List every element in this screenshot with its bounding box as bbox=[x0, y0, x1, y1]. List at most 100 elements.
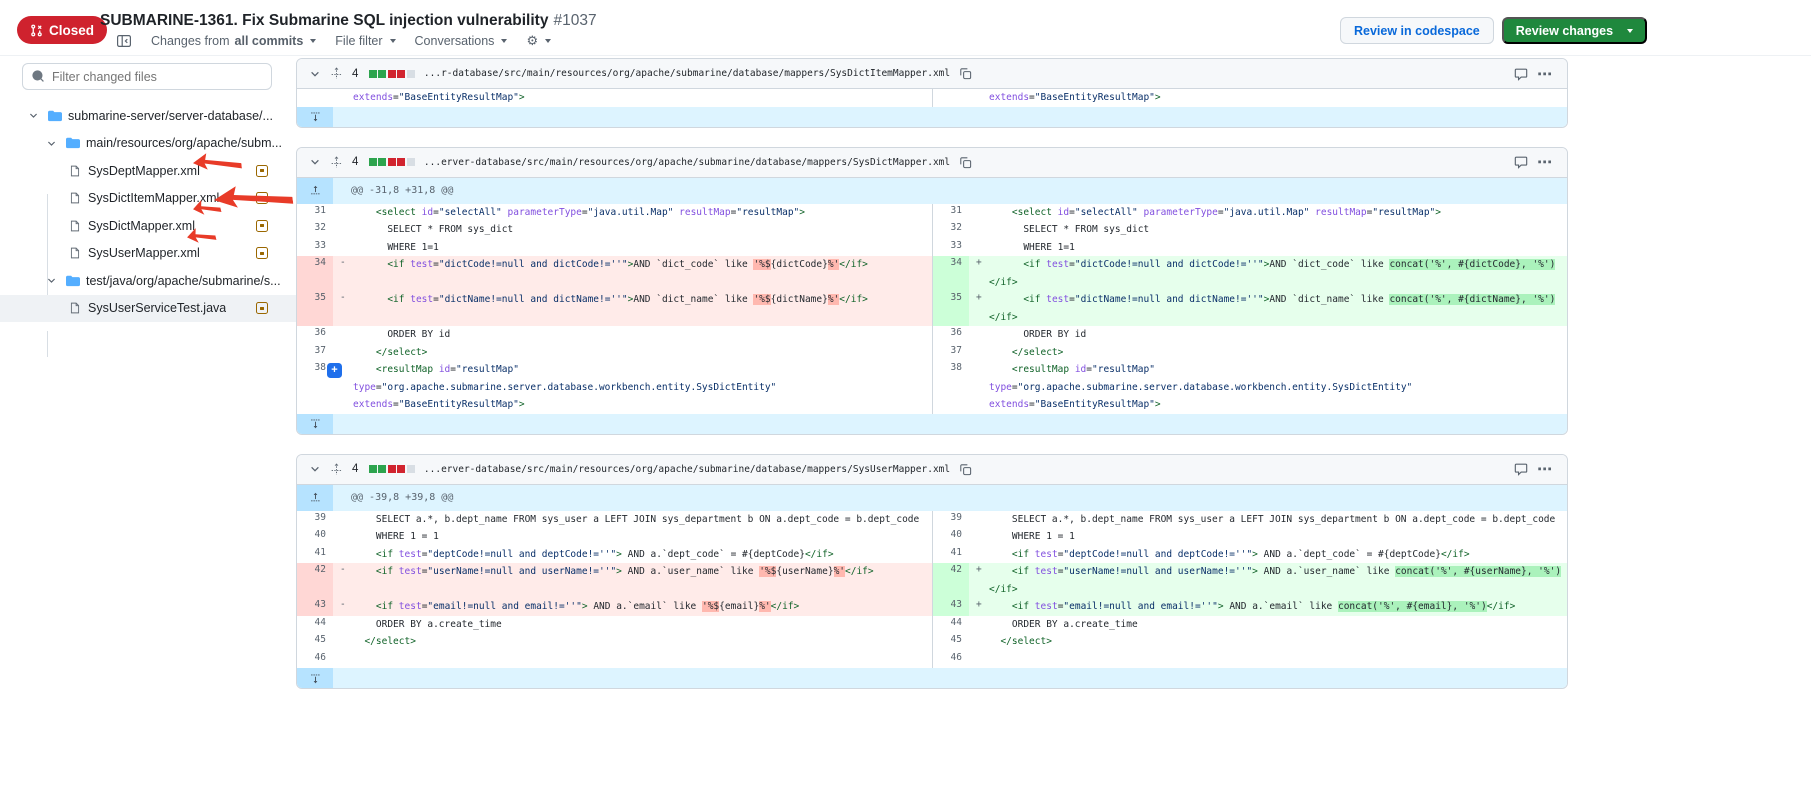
file-path: ...erver-database/src/main/resources/org… bbox=[424, 157, 950, 168]
drag-handle-icon[interactable] bbox=[330, 156, 343, 169]
line-number[interactable]: 31 bbox=[297, 204, 333, 222]
copy-path-icon[interactable] bbox=[959, 463, 972, 476]
line-number[interactable]: 43 bbox=[297, 598, 333, 616]
line-number[interactable]: 32 bbox=[933, 221, 969, 239]
expand-bar bbox=[297, 107, 1567, 127]
diff-sign: - bbox=[340, 257, 346, 268]
line-number[interactable]: 39 bbox=[297, 511, 333, 529]
expand-down-button[interactable] bbox=[297, 414, 333, 434]
line-number[interactable]: 34 bbox=[297, 256, 333, 291]
line-number[interactable]: 36 bbox=[933, 326, 969, 344]
filter-files-input[interactable] bbox=[52, 70, 262, 84]
comment-icon[interactable] bbox=[1514, 67, 1528, 81]
line-number[interactable]: 31 bbox=[933, 204, 969, 222]
line-number[interactable] bbox=[297, 89, 333, 107]
line-number[interactable]: 38+ bbox=[297, 361, 333, 414]
code-line bbox=[353, 651, 932, 669]
modified-icon bbox=[256, 302, 268, 314]
line-number[interactable]: 44 bbox=[297, 616, 333, 634]
line-number[interactable]: 38 bbox=[933, 361, 969, 414]
line-number[interactable]: 46 bbox=[297, 651, 333, 669]
line-number[interactable]: 33 bbox=[297, 239, 333, 257]
line-number[interactable]: 41 bbox=[297, 546, 333, 564]
tree-file-row[interactable]: SysDeptMapper.xml bbox=[0, 157, 296, 185]
add-line-comment-button[interactable]: + bbox=[327, 363, 342, 378]
code-line: extends="BaseEntityResultMap"> bbox=[989, 89, 1567, 107]
drag-handle-icon[interactable] bbox=[330, 67, 343, 80]
modified-icon bbox=[256, 247, 268, 259]
line-number[interactable]: 35 bbox=[933, 291, 969, 326]
file-icon bbox=[66, 192, 84, 204]
kebab-menu-icon[interactable]: ⋯ bbox=[1537, 65, 1557, 83]
line-number[interactable]: 45 bbox=[933, 633, 969, 651]
tree-folder-row[interactable]: test/java/org/apache/submarine/s... bbox=[0, 267, 296, 295]
line-number[interactable]: 44 bbox=[933, 616, 969, 634]
line-number[interactable]: 40 bbox=[297, 528, 333, 546]
folder-icon bbox=[64, 274, 82, 288]
expand-down-button[interactable] bbox=[297, 107, 333, 127]
changes-from-dropdown[interactable]: Changes from all commits bbox=[151, 34, 316, 48]
collapse-chevron-icon[interactable] bbox=[309, 156, 321, 168]
tree-folder-row[interactable]: main/resources/org/apache/subm... bbox=[0, 130, 296, 158]
code-line: extends="BaseEntityResultMap"> bbox=[353, 89, 932, 107]
review-in-codespace-button[interactable]: Review in codespace bbox=[1340, 17, 1494, 44]
code-line: </select> bbox=[353, 633, 932, 651]
line-number[interactable]: 43 bbox=[933, 598, 969, 616]
diff-row: 39 SELECT a.*, b.dept_name FROM sys_user… bbox=[297, 511, 1567, 529]
expand-up-button[interactable] bbox=[297, 178, 333, 204]
filter-files-box[interactable] bbox=[22, 63, 272, 90]
tree-folder-row[interactable]: submarine-server/server-database/... bbox=[0, 102, 296, 130]
diff-row: 36 ORDER BY id36 ORDER BY id bbox=[297, 326, 1567, 344]
file-path: ...erver-database/src/main/resources/org… bbox=[424, 464, 950, 475]
line-number[interactable]: 42 bbox=[933, 563, 969, 598]
expand-down-button[interactable] bbox=[297, 668, 333, 688]
line-number[interactable]: 37 bbox=[933, 344, 969, 362]
diff-settings-dropdown[interactable]: ⚙ bbox=[526, 33, 551, 49]
tree-label: SysUserServiceTest.java bbox=[88, 301, 226, 315]
expand-up-button[interactable] bbox=[297, 485, 333, 511]
copy-path-icon[interactable] bbox=[959, 156, 972, 169]
hunk-header: @@ -31,8 +31,8 @@ bbox=[297, 178, 1567, 204]
kebab-menu-icon[interactable]: ⋯ bbox=[1537, 460, 1557, 478]
line-number[interactable]: 36 bbox=[297, 326, 333, 344]
collapse-chevron-icon[interactable] bbox=[309, 463, 321, 475]
tree-label: SysDictMapper.xml bbox=[88, 219, 195, 233]
kebab-menu-icon[interactable]: ⋯ bbox=[1537, 153, 1557, 171]
line-number[interactable]: 46 bbox=[933, 651, 969, 669]
copy-path-icon[interactable] bbox=[959, 67, 972, 80]
sidebar-toggle-icon[interactable] bbox=[116, 33, 132, 49]
file-path: ...r-database/src/main/resources/org/apa… bbox=[424, 68, 950, 79]
pr-title: SUBMARINE-1361. Fix Submarine SQL inject… bbox=[100, 12, 597, 30]
code-line: WHERE 1 = 1 bbox=[989, 528, 1567, 546]
tree-label: main/resources/org/apache/subm... bbox=[86, 136, 282, 150]
line-number[interactable]: 33 bbox=[933, 239, 969, 257]
comment-icon[interactable] bbox=[1514, 155, 1528, 169]
review-changes-button[interactable]: Review changes bbox=[1502, 17, 1647, 44]
changed-lines-count: 4 bbox=[352, 463, 358, 475]
conversations-dropdown[interactable]: Conversations bbox=[415, 34, 508, 48]
line-number[interactable]: 32 bbox=[297, 221, 333, 239]
tree-file-row[interactable]: SysUserMapper.xml bbox=[0, 240, 296, 268]
comment-icon[interactable] bbox=[1514, 462, 1528, 476]
drag-handle-icon[interactable] bbox=[330, 463, 343, 476]
line-number[interactable]: 37 bbox=[297, 344, 333, 362]
line-number[interactable]: 34 bbox=[933, 256, 969, 291]
expand-bar bbox=[297, 414, 1567, 434]
tree-file-row[interactable]: SysDictItemMapper.xml bbox=[0, 185, 296, 213]
file-filter-dropdown[interactable]: File filter bbox=[335, 34, 395, 48]
tree-file-row[interactable]: SysUserServiceTest.java bbox=[0, 295, 296, 323]
line-number[interactable] bbox=[933, 89, 969, 107]
line-number[interactable]: 41 bbox=[933, 546, 969, 564]
line-number[interactable]: 35 bbox=[297, 291, 333, 326]
code-line: <if test="email!=null and email!=''"> AN… bbox=[353, 598, 932, 616]
code-line: ORDER BY a.create_time bbox=[989, 616, 1567, 634]
code-line: WHERE 1 = 1 bbox=[353, 528, 932, 546]
gear-icon: ⚙ bbox=[526, 33, 538, 49]
line-number[interactable]: 42 bbox=[297, 563, 333, 598]
line-number[interactable]: 45 bbox=[297, 633, 333, 651]
tree-file-row[interactable]: SysDictMapper.xml bbox=[0, 212, 296, 240]
collapse-chevron-icon[interactable] bbox=[309, 68, 321, 80]
line-number[interactable]: 40 bbox=[933, 528, 969, 546]
line-number[interactable]: 39 bbox=[933, 511, 969, 529]
modified-icon bbox=[256, 192, 268, 204]
